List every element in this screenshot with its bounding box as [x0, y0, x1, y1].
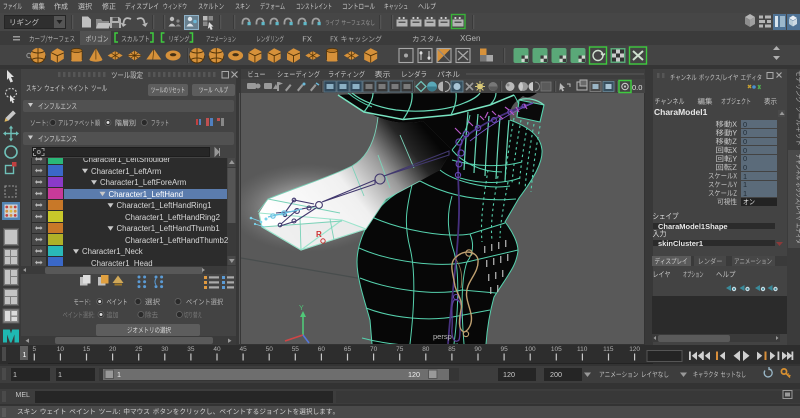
svg-text:Y: Y	[299, 305, 304, 312]
svg-text:R: R	[316, 230, 322, 239]
svg-text:persp: persp	[433, 332, 452, 341]
